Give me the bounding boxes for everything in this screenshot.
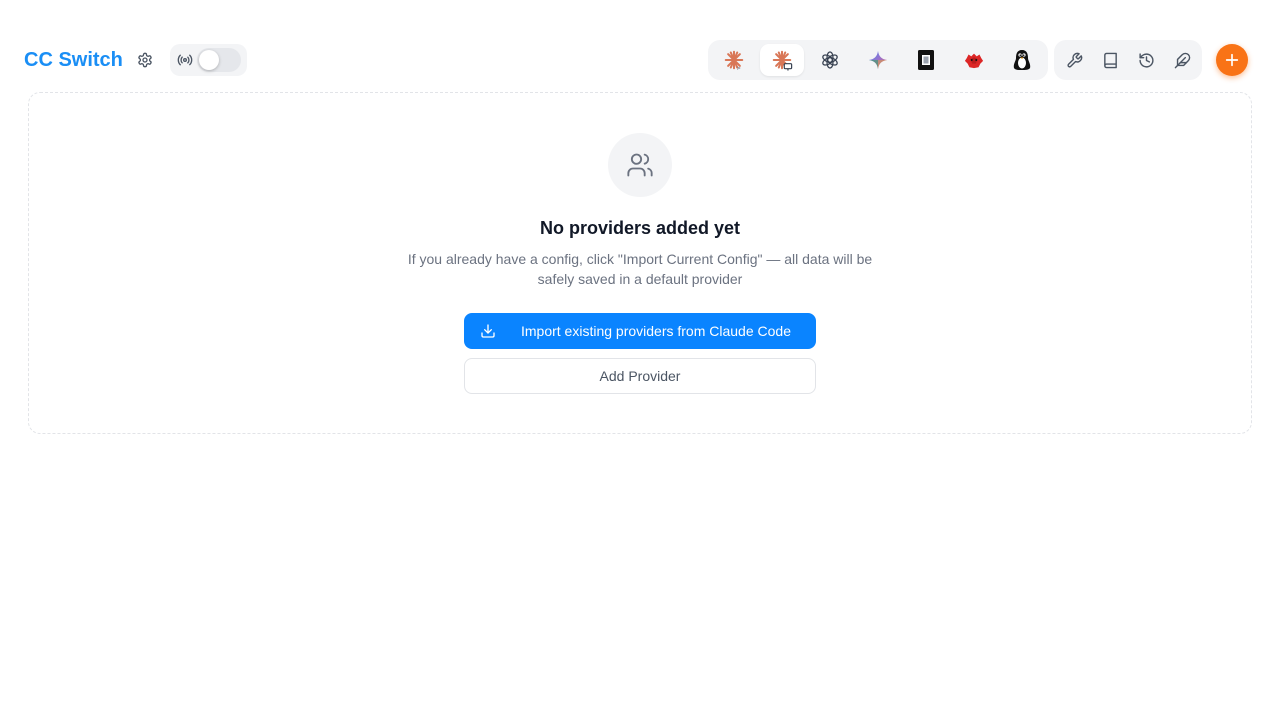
app-button-7[interactable] bbox=[1000, 44, 1044, 76]
app-title: CC Switch bbox=[24, 49, 123, 71]
book-icon bbox=[1103, 52, 1117, 68]
import-providers-button[interactable]: Import existing providers from Claude Co… bbox=[464, 313, 816, 349]
plus-icon bbox=[1225, 53, 1239, 67]
add-provider-fab[interactable] bbox=[1216, 44, 1248, 76]
proxy-toggle[interactable] bbox=[197, 48, 241, 72]
empty-state-title: No providers added yet bbox=[539, 218, 741, 238]
tools-group bbox=[1054, 40, 1202, 80]
app-button-gemini[interactable] bbox=[856, 44, 900, 76]
import-providers-label: Import existing providers from Claude Co… bbox=[520, 323, 791, 339]
docs-button[interactable] bbox=[1098, 48, 1122, 72]
empty-state-description: If you already have a config, click "Imp… bbox=[407, 251, 873, 287]
app-button-codex[interactable] bbox=[808, 44, 852, 76]
wrench-icon bbox=[1066, 52, 1082, 68]
proxy-control bbox=[170, 44, 247, 76]
tools-button[interactable] bbox=[1062, 48, 1086, 72]
empty-state-avatar bbox=[608, 133, 672, 197]
skills-button[interactable] bbox=[1170, 48, 1194, 72]
toggle-knob bbox=[199, 50, 219, 70]
top-header: CC Switch >_ bbox=[0, 0, 1280, 92]
black-square-icon bbox=[918, 50, 934, 70]
broadcast-icon bbox=[177, 54, 193, 66]
claude-desktop-icon bbox=[772, 50, 793, 71]
claude-starburst-icon: >_ bbox=[724, 50, 745, 71]
history-icon bbox=[1138, 52, 1154, 68]
download-icon bbox=[481, 324, 495, 338]
gemini-sparkle-icon bbox=[868, 50, 888, 70]
app-button-5[interactable] bbox=[904, 44, 948, 76]
history-button[interactable] bbox=[1134, 48, 1158, 72]
svg-text:>_: >_ bbox=[737, 64, 745, 71]
red-creature-icon bbox=[964, 53, 984, 69]
feather-icon bbox=[1174, 52, 1190, 68]
settings-button[interactable] bbox=[133, 48, 157, 72]
app-switcher: >_ bbox=[708, 40, 1048, 80]
add-provider-label: Add Provider bbox=[599, 368, 681, 384]
empty-state-card: No providers added yet If you already ha… bbox=[28, 92, 1252, 434]
add-provider-button[interactable]: Add Provider bbox=[464, 358, 816, 394]
users-icon bbox=[627, 153, 653, 177]
app-button-claude-desktop[interactable] bbox=[760, 44, 804, 76]
gear-icon bbox=[138, 52, 152, 68]
app-button-6[interactable] bbox=[952, 44, 996, 76]
penguin-icon bbox=[1013, 50, 1031, 70]
app-button-claude-code[interactable]: >_ bbox=[712, 44, 756, 76]
openai-icon bbox=[822, 51, 838, 69]
